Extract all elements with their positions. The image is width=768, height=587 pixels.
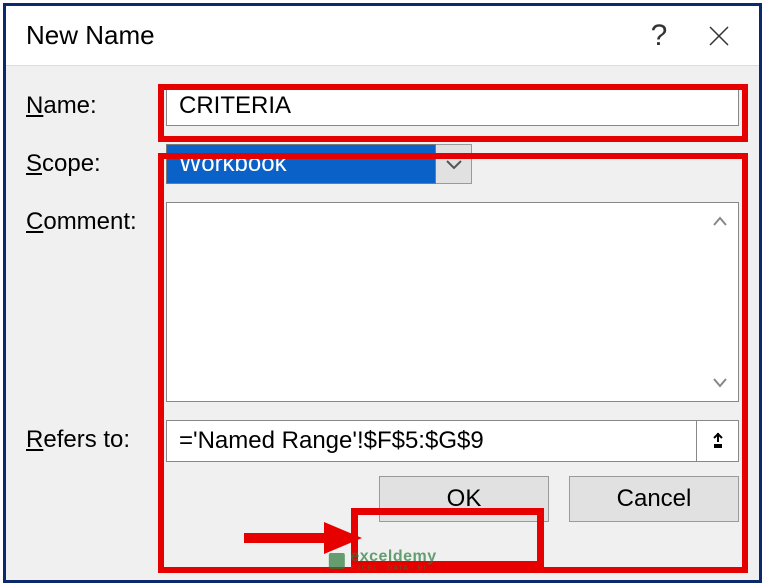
comment-label: Comment: (26, 202, 166, 236)
comment-row: Comment: (26, 202, 739, 402)
collapse-dialog-button[interactable] (697, 420, 739, 462)
name-label: Name: (26, 86, 166, 120)
scope-row: Scope: Workbook (26, 144, 739, 184)
ok-button[interactable]: OK (379, 476, 549, 522)
chevron-down-icon (446, 159, 462, 169)
button-row: OK Cancel (6, 462, 759, 522)
close-icon (708, 25, 730, 47)
chevron-up-icon (712, 215, 728, 227)
arrow-annotation (244, 518, 364, 558)
watermark: exceldemy EXCEL · DATA · BI (328, 549, 436, 572)
dialog-content: Name: Scope: Workbook Comment: (6, 66, 759, 462)
scope-dropdown[interactable]: Workbook (166, 144, 472, 184)
chevron-down-icon (712, 377, 728, 389)
watermark-text: exceldemy EXCEL · DATA · BI (350, 549, 436, 572)
name-input[interactable] (166, 86, 739, 126)
refers-label: Refers to: (26, 420, 166, 454)
name-row: Name: (26, 86, 739, 126)
scope-label: Scope: (26, 144, 166, 178)
close-button[interactable] (689, 11, 749, 61)
refers-wrap: ='Named Range'!$F$5:$G$9 (166, 420, 739, 462)
scroll-up-button[interactable] (706, 207, 734, 235)
refers-input[interactable]: ='Named Range'!$F$5:$G$9 (166, 420, 697, 462)
titlebar: New Name ? (6, 6, 759, 66)
help-button[interactable]: ? (629, 11, 689, 61)
cancel-button[interactable]: Cancel (569, 476, 739, 522)
watermark-icon (328, 553, 344, 569)
dialog-title: New Name (26, 20, 629, 51)
comment-textarea[interactable] (166, 202, 739, 402)
scope-dropdown-button[interactable] (436, 144, 472, 184)
scope-value: Workbook (166, 144, 436, 184)
scroll-down-button[interactable] (706, 369, 734, 397)
collapse-icon (708, 431, 728, 451)
new-name-dialog: New Name ? Name: Scope: Workbook (3, 3, 762, 583)
refers-row: Refers to: ='Named Range'!$F$5:$G$9 (26, 420, 739, 462)
